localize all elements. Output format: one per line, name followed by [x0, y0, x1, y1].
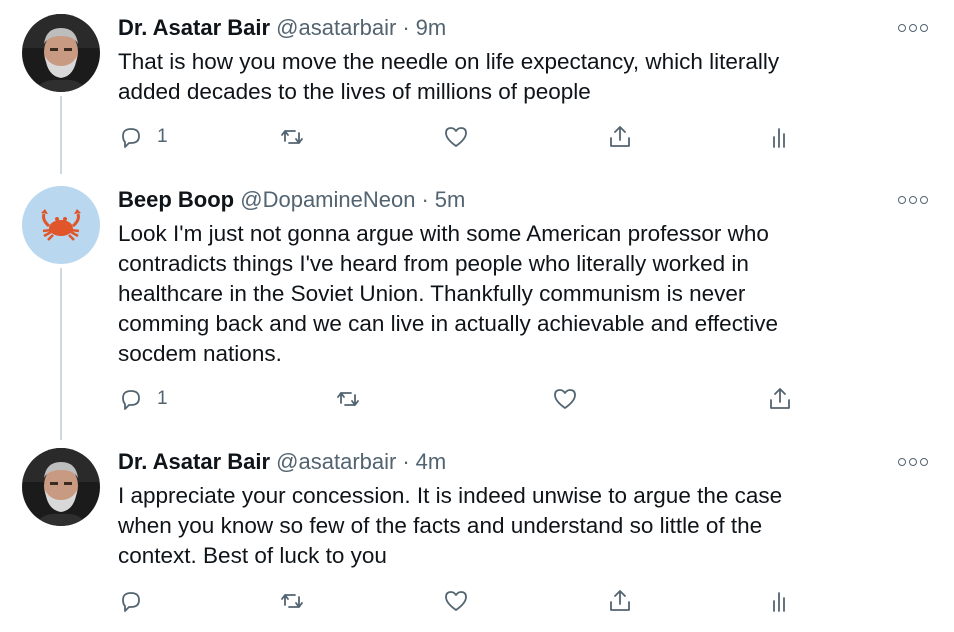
user-handle[interactable]: @asatarbair: [276, 15, 396, 40]
crab-avatar-icon: [22, 186, 100, 264]
like-button[interactable]: [442, 586, 470, 616]
more-options-icon[interactable]: [898, 193, 928, 207]
avatar[interactable]: [22, 186, 100, 264]
reply-icon: [122, 390, 140, 410]
retweet-icon: [337, 392, 359, 406]
more-options-icon[interactable]: [898, 21, 928, 35]
analytics-button[interactable]: [766, 586, 794, 616]
display-name[interactable]: Beep Boop: [118, 187, 234, 212]
avatar[interactable]: [22, 448, 100, 526]
user-handle[interactable]: @DopamineNeon: [240, 187, 415, 212]
reply-icon: [122, 592, 140, 612]
heart-icon: [445, 127, 467, 147]
retweet-button[interactable]: [278, 586, 306, 616]
tweet[interactable]: Beep Boop @DopamineNeon · 5m Look I'm just…: [0, 172, 954, 434]
retweet-button[interactable]: [334, 384, 362, 414]
tweet-header: Beep Boop @DopamineNeon · 5m: [118, 186, 465, 214]
analytics-icon: [773, 592, 785, 612]
analytics-icon: [773, 128, 785, 148]
tweet-text: I appreciate your concession. It is inde…: [118, 483, 783, 568]
tweet-header: Dr. Asatar Bair @asatarbair · 9m: [118, 14, 446, 42]
reply-count: 1: [157, 126, 168, 147]
analytics-button[interactable]: [766, 122, 794, 152]
timestamp[interactable]: 5m: [435, 187, 466, 212]
tweet-thread: Dr. Asatar Bair @asatarbair · 9m That is h…: [0, 0, 954, 632]
tweet-text: That is how you move the needle on life …: [118, 49, 780, 104]
heart-icon: [554, 389, 576, 409]
display-name[interactable]: Dr. Asatar Bair: [118, 15, 270, 40]
bearded-man-avatar-icon: [22, 448, 100, 526]
user-handle[interactable]: @asatarbair: [276, 449, 396, 474]
share-button[interactable]: [606, 122, 634, 152]
share-icon: [770, 388, 790, 409]
retweet-button[interactable]: [278, 122, 306, 152]
timestamp[interactable]: 4m: [416, 449, 447, 474]
heart-icon: [445, 591, 467, 611]
retweet-icon: [281, 130, 303, 144]
separator: ·: [421, 187, 429, 212]
tweet-header: Dr. Asatar Bair @asatarbair · 4m: [118, 448, 446, 476]
tweet[interactable]: Dr. Asatar Bair @asatarbair · 9m That is h…: [0, 0, 954, 172]
share-button[interactable]: [766, 384, 794, 414]
avatar[interactable]: [22, 14, 100, 92]
separator: ·: [402, 449, 410, 474]
reply-button[interactable]: [117, 586, 157, 616]
reply-count: 1: [157, 388, 168, 409]
like-button[interactable]: [551, 384, 579, 414]
reply-button[interactable]: 1: [117, 122, 168, 152]
tweet[interactable]: Dr. Asatar Bair @asatarbair · 4m I appreci…: [0, 434, 954, 632]
timestamp[interactable]: 9m: [416, 15, 447, 40]
reply-button[interactable]: 1: [117, 384, 168, 414]
share-button[interactable]: [606, 586, 634, 616]
retweet-icon: [281, 594, 303, 608]
like-button[interactable]: [442, 122, 470, 152]
separator: ·: [402, 15, 410, 40]
more-options-icon[interactable]: [898, 455, 928, 469]
share-icon: [610, 126, 630, 147]
display-name[interactable]: Dr. Asatar Bair: [118, 449, 270, 474]
tweet-text: Look I'm just not gonna argue with some …: [118, 221, 778, 366]
reply-icon: [122, 128, 140, 148]
bearded-man-avatar-icon: [22, 14, 100, 92]
share-icon: [610, 590, 630, 611]
